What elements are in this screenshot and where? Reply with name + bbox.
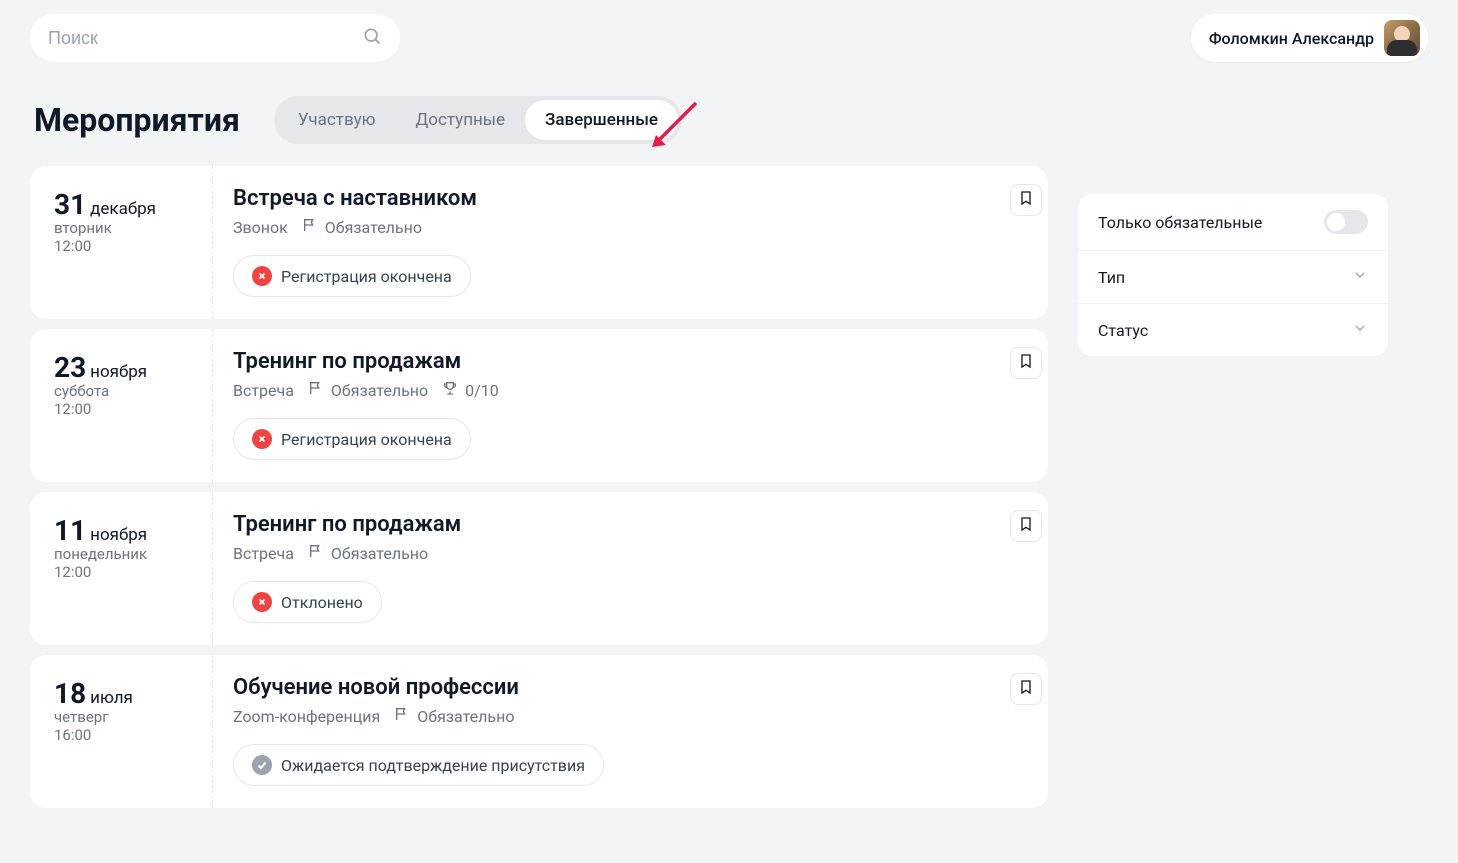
status-text: Отклонено [281, 593, 363, 612]
search-icon [362, 26, 382, 50]
user-name: Фоломкин Александр [1209, 29, 1374, 48]
date-day: 18 [54, 677, 86, 710]
flag-icon [302, 217, 318, 237]
bookmark-button[interactable] [1010, 347, 1042, 379]
date-month: декабря [90, 199, 156, 219]
filter-status-label: Статус [1098, 321, 1148, 340]
event-capacity: 0/10 [442, 380, 499, 400]
filter-mandatory-label: Только обязательные [1098, 213, 1262, 232]
mandatory-label: Обязательно [417, 707, 514, 726]
event-mandatory: Обязательно [308, 543, 428, 563]
date-month: ноября [90, 362, 147, 382]
date-time: 12:00 [54, 237, 212, 255]
status-badge: Отклонено [233, 581, 382, 623]
date-time: 12:00 [54, 563, 212, 581]
event-card[interactable]: 11ноября понедельник 12:00 Тренинг по пр… [30, 492, 1048, 645]
event-type: Zoom-конференция [233, 707, 380, 726]
chevron-down-icon [1352, 320, 1368, 340]
date-day: 11 [54, 514, 86, 547]
mandatory-label: Обязательно [325, 218, 422, 237]
date-weekday: вторник [54, 219, 212, 237]
event-title: Обучение новой профессии [233, 675, 1028, 700]
date-month: июля [90, 688, 133, 708]
status-text: Ожидается подтверждение присутствия [281, 756, 585, 775]
event-type: Встреча [233, 544, 294, 563]
status-text: Регистрация окончена [281, 267, 452, 286]
bookmark-icon [1018, 353, 1034, 373]
tabs: Участвую Доступные Завершенные [274, 96, 682, 144]
flag-icon [394, 706, 410, 726]
event-card[interactable]: 31декабря вторник 12:00 Встреча с настав… [30, 166, 1048, 319]
filter-status[interactable]: Статус [1078, 304, 1388, 356]
bookmark-icon [1018, 679, 1034, 699]
event-title: Тренинг по продажам [233, 512, 1028, 537]
date-month: ноября [90, 525, 147, 545]
page-title: Мероприятия [34, 101, 240, 139]
close-icon [252, 429, 272, 449]
bookmark-icon [1018, 190, 1034, 210]
filter-type[interactable]: Тип [1078, 251, 1388, 304]
search-box[interactable] [30, 14, 400, 62]
event-date: 11ноября понедельник 12:00 [30, 492, 213, 645]
filter-panel: Только обязательные Тип Статус [1078, 194, 1388, 356]
filter-mandatory-only[interactable]: Только обязательные [1078, 194, 1388, 251]
event-type: Звонок [233, 218, 288, 237]
status-badge: Регистрация окончена [233, 418, 471, 460]
flag-icon [308, 543, 324, 563]
event-type: Встреча [233, 381, 294, 400]
mandatory-label: Обязательно [331, 544, 428, 563]
date-weekday: четверг [54, 708, 212, 726]
mandatory-label: Обязательно [331, 381, 428, 400]
status-badge: Регистрация окончена [233, 255, 471, 297]
bookmark-button[interactable] [1010, 510, 1042, 542]
bookmark-icon [1018, 516, 1034, 536]
event-mandatory: Обязательно [394, 706, 514, 726]
close-icon [252, 592, 272, 612]
status-text: Регистрация окончена [281, 430, 452, 449]
close-icon [252, 266, 272, 286]
status-badge: Ожидается подтверждение присутствия [233, 744, 604, 786]
event-date: 31декабря вторник 12:00 [30, 166, 213, 319]
date-time: 12:00 [54, 400, 212, 418]
flag-icon [308, 380, 324, 400]
check-icon [252, 755, 272, 775]
event-date: 23ноября суббота 12:00 [30, 329, 213, 482]
tab-participating[interactable]: Участвую [278, 100, 396, 140]
chevron-down-icon [1352, 267, 1368, 287]
event-card[interactable]: 23ноября суббота 12:00 Тренинг по продаж… [30, 329, 1048, 482]
bookmark-button[interactable] [1010, 184, 1042, 216]
event-title: Тренинг по продажам [233, 349, 1028, 374]
event-mandatory: Обязательно [302, 217, 422, 237]
bookmark-button[interactable] [1010, 673, 1042, 705]
toggle-mandatory[interactable] [1324, 210, 1368, 234]
date-weekday: понедельник [54, 545, 212, 563]
event-date: 18июля четверг 16:00 [30, 655, 213, 808]
search-input[interactable] [48, 28, 362, 49]
tab-available[interactable]: Доступные [396, 100, 526, 140]
event-mandatory: Обязательно [308, 380, 428, 400]
date-day: 23 [54, 351, 86, 384]
event-title: Встреча с наставником [233, 186, 1028, 211]
date-weekday: суббота [54, 382, 212, 400]
trophy-icon [442, 380, 458, 400]
avatar [1384, 20, 1420, 56]
arrow-annotation-icon [646, 97, 702, 153]
user-badge[interactable]: Фоломкин Александр [1191, 14, 1428, 62]
filter-type-label: Тип [1098, 268, 1125, 287]
event-card[interactable]: 18июля четверг 16:00 Обучение новой проф… [30, 655, 1048, 808]
date-time: 16:00 [54, 726, 212, 744]
date-day: 31 [54, 188, 86, 221]
capacity-value: 0/10 [465, 381, 499, 400]
